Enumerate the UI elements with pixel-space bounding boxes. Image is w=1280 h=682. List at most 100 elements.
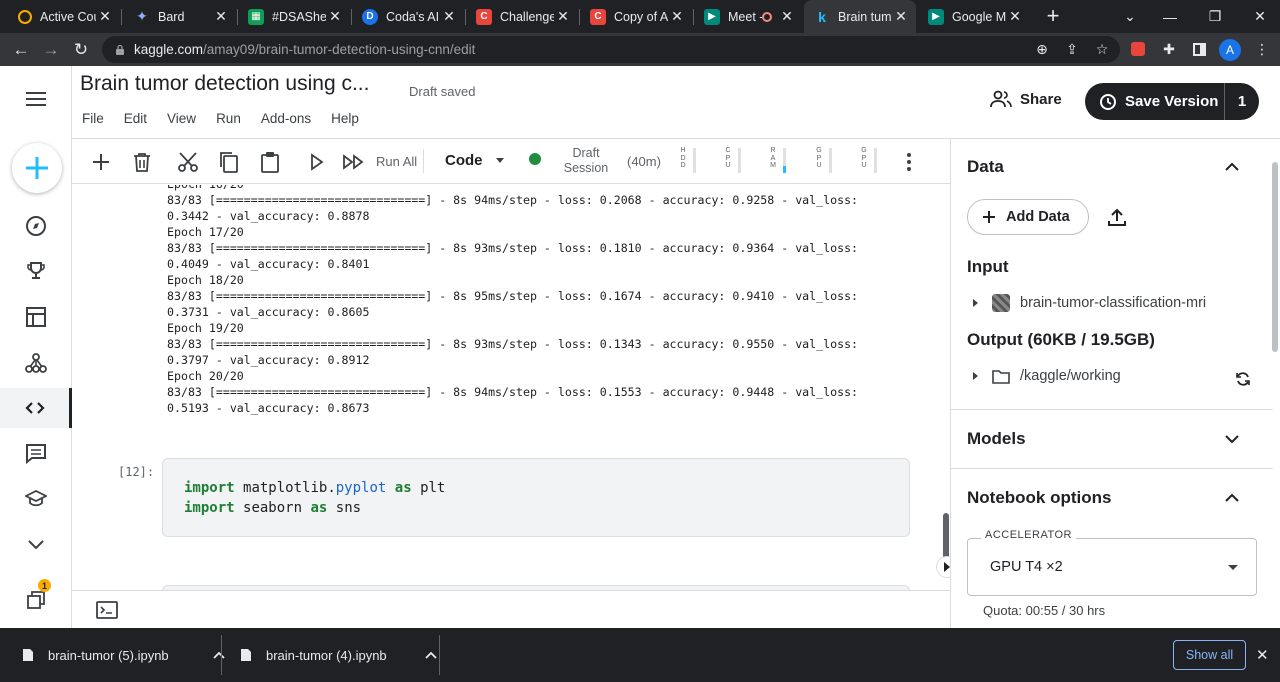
chevron-down-icon[interactable] — [1225, 432, 1239, 446]
trophy-icon[interactable] — [0, 251, 72, 291]
data-section-heading[interactable]: Data — [967, 157, 1004, 177]
chevron-up-icon[interactable] — [1225, 491, 1239, 505]
learn-icon[interactable] — [0, 479, 72, 519]
tab-active-courses[interactable]: Active Cou ✕ — [8, 0, 120, 33]
chrome-menu-icon[interactable]: ⋮ — [1252, 39, 1272, 59]
expand-triangle-icon[interactable] — [973, 372, 978, 380]
hamburger-menu-icon[interactable] — [0, 79, 72, 119]
more-options-icon[interactable] — [902, 151, 916, 173]
share-page-icon[interactable]: ⇪ — [1062, 39, 1082, 59]
run-cell-icon[interactable] — [304, 149, 330, 175]
restore-icon[interactable]: ❐ — [1195, 0, 1235, 33]
chevron-up-icon[interactable] — [425, 651, 437, 659]
chevron-up-icon[interactable] — [213, 651, 225, 659]
notebook-title[interactable]: Brain tumor detection using c... — [80, 72, 369, 96]
session-label[interactable]: Draft Session — [558, 146, 614, 176]
notebook-menubar: File Edit View Run Add-ons Help — [82, 111, 379, 126]
input-dataset-row[interactable]: brain-tumor-classification-mri — [973, 294, 1206, 312]
tab-bard[interactable]: ✦ Bard ✕ — [124, 0, 236, 33]
expand-triangle-icon[interactable] — [973, 299, 978, 307]
chevron-up-icon[interactable] — [1225, 160, 1239, 174]
menu-run[interactable]: Run — [216, 111, 241, 126]
copy-icon[interactable] — [216, 149, 242, 175]
code-icon[interactable] — [0, 388, 72, 428]
bookmark-star-icon[interactable]: ☆ — [1092, 39, 1112, 59]
window-close-icon[interactable]: ✕ — [1240, 0, 1280, 33]
delete-icon[interactable] — [129, 149, 155, 175]
add-cell-icon[interactable] — [88, 149, 114, 175]
download-item[interactable]: brain-tumor (4).ipynb — [240, 628, 437, 682]
paste-icon[interactable] — [257, 149, 283, 175]
menu-help[interactable]: Help — [331, 111, 359, 126]
tab-dsa-sheet[interactable]: ▦ #DSASheet ✕ — [238, 0, 350, 33]
your-work-icon[interactable] — [0, 580, 72, 620]
tab-brain-tumor[interactable]: k Brain tumo ✕ — [804, 0, 916, 33]
zoom-icon[interactable]: ⊕ — [1032, 39, 1052, 59]
close-icon[interactable]: ✕ — [1256, 646, 1269, 664]
plus-icon — [983, 211, 995, 223]
coda-icon: D — [362, 8, 378, 25]
share-button[interactable]: Share — [990, 90, 1062, 108]
new-tab-button[interactable]: + — [1040, 4, 1066, 30]
output-line: 83/83 [==============================] -… — [167, 385, 859, 399]
input-heading: Input — [967, 257, 1009, 276]
back-icon[interactable]: ← — [8, 37, 34, 63]
run-all-icon[interactable] — [340, 149, 366, 175]
notebook-options-heading[interactable]: Notebook options — [967, 488, 1111, 508]
cell-output: Epoch 16/2083/83 [======================… — [167, 185, 858, 416]
models-icon[interactable] — [0, 343, 72, 383]
side-panel-icon[interactable] — [1189, 39, 1209, 59]
menu-file[interactable]: File — [82, 111, 104, 126]
tab-coda[interactable]: D Coda's AI ✕ — [352, 0, 464, 33]
reload-icon[interactable]: ↻ — [68, 37, 94, 63]
minimize-icon[interactable]: — — [1150, 0, 1190, 33]
chevron-down-icon[interactable] — [0, 524, 72, 564]
tab-google-meet[interactable]: ▶ Google Me ✕ — [918, 0, 1030, 33]
profile-avatar[interactable]: A — [1219, 39, 1241, 61]
console-icon[interactable] — [96, 601, 118, 619]
show-all-button[interactable]: Show all — [1173, 640, 1246, 670]
output-folder-row[interactable]: /kaggle/working — [973, 368, 1121, 384]
models-section-heading[interactable]: Models — [967, 429, 1026, 449]
code-cell[interactable]: import matplotlib.pyplot as plt import s… — [162, 458, 910, 537]
discussion-icon[interactable] — [0, 433, 72, 473]
close-icon[interactable]: ✕ — [892, 8, 910, 25]
close-icon[interactable]: ✕ — [1006, 8, 1024, 25]
close-icon[interactable]: ✕ — [668, 8, 686, 25]
menu-view[interactable]: View — [167, 111, 196, 126]
accelerator-select[interactable]: GPU T4 ×2 — [967, 538, 1257, 596]
tab-meet[interactable]: ▶ Meet - ✕ — [694, 0, 802, 33]
close-icon[interactable]: ✕ — [440, 8, 458, 25]
forward-icon[interactable]: → — [38, 37, 64, 63]
run-all-button[interactable]: Run All — [376, 154, 417, 169]
close-icon[interactable]: ✕ — [96, 8, 114, 25]
output-line: Epoch 18/20 — [167, 273, 244, 287]
download-item[interactable]: brain-tumor (5).ipynb — [22, 628, 225, 682]
lock-icon — [116, 44, 124, 55]
close-icon[interactable]: ✕ — [778, 8, 796, 25]
tab-copy-of-ai[interactable]: C Copy of AI ✕ — [580, 0, 692, 33]
extension-red-icon[interactable] — [1128, 39, 1148, 59]
refresh-icon[interactable] — [1235, 371, 1251, 387]
create-button[interactable] — [12, 143, 62, 193]
panel-scrollbar[interactable] — [1272, 162, 1278, 352]
save-version-button[interactable]: Save Version 1 — [1085, 83, 1259, 120]
table-icon[interactable] — [0, 297, 72, 337]
scrollbar-thumb[interactable] — [943, 513, 949, 561]
add-data-button[interactable]: Add Data — [967, 199, 1089, 235]
menu-edit[interactable]: Edit — [124, 111, 147, 126]
cut-icon[interactable] — [175, 149, 201, 175]
compass-icon[interactable] — [0, 206, 72, 246]
address-bar[interactable]: kaggle.com/amay09/brain-tumor-detection-… — [102, 36, 1120, 63]
cell-type-dropdown[interactable]: Code — [445, 152, 483, 169]
version-count[interactable]: 1 — [1225, 93, 1259, 110]
notebook-scrollbar[interactable] — [942, 185, 950, 590]
extensions-puzzle-icon[interactable]: ✚ — [1159, 39, 1179, 59]
menu-add-ons[interactable]: Add-ons — [261, 111, 311, 126]
close-icon[interactable]: ✕ — [554, 8, 572, 25]
close-icon[interactable]: ✕ — [326, 8, 344, 25]
tab-search-icon[interactable]: ⌄ — [1110, 0, 1150, 33]
upload-icon[interactable] — [1107, 207, 1127, 227]
tab-challenge[interactable]: C Challenge ✕ — [466, 0, 578, 33]
close-icon[interactable]: ✕ — [212, 8, 230, 25]
